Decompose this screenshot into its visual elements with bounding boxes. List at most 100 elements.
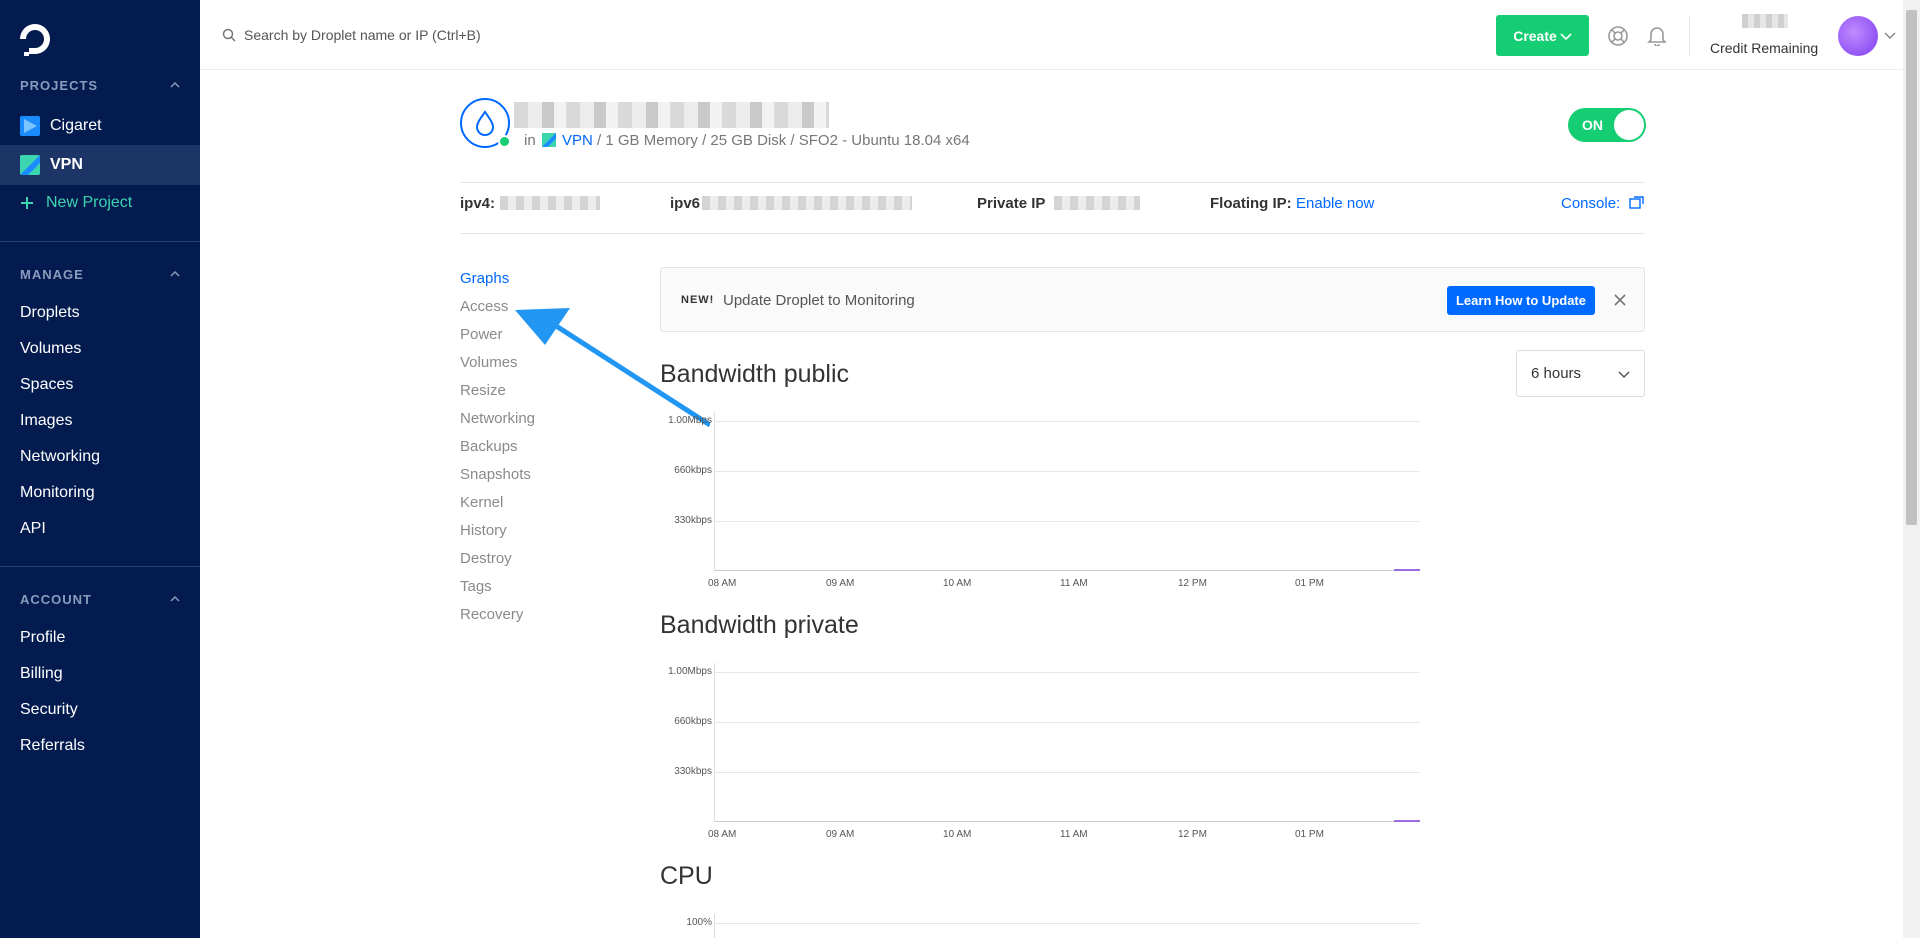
chart-title-bandwidth-private: Bandwidth private	[660, 611, 859, 639]
droplet-name-redacted	[514, 102, 829, 128]
divider	[460, 233, 1645, 234]
project-item-cigaret[interactable]: Cigaret	[0, 106, 200, 146]
series-line	[1394, 569, 1420, 571]
new-badge: NEW!	[681, 294, 715, 306]
chevron-down-icon	[1560, 32, 1572, 40]
search-input[interactable]	[244, 22, 744, 48]
top-header: Create Credit Remaining	[200, 0, 1920, 70]
x-tick-label: 12 PM	[1178, 578, 1207, 589]
x-tick-label: 10 AM	[943, 578, 972, 589]
x-tick-label: 11 AM	[1060, 578, 1088, 589]
chevron-down-icon[interactable]	[1884, 30, 1896, 40]
y-axis-line	[714, 663, 715, 822]
subnav-recovery[interactable]: Recovery	[460, 606, 523, 623]
ipv6-value-redacted[interactable]	[702, 196, 912, 210]
subnav-history[interactable]: History	[460, 522, 507, 539]
digitalocean-logo-icon[interactable]	[18, 24, 52, 58]
learn-how-to-update-button[interactable]: Learn How to Update	[1447, 286, 1595, 315]
subnav-access[interactable]: Access	[460, 298, 508, 315]
help-lifebuoy-icon[interactable]	[1607, 25, 1629, 47]
meta-prefix: in	[524, 132, 536, 149]
x-tick-label: 09 AM	[826, 829, 855, 840]
subnav-graphs[interactable]: Graphs	[460, 270, 509, 287]
gridline	[715, 421, 1420, 422]
bandwidth-private-chart: 1.00Mbps 660kbps 330kbps 08 AM 09 AM 10 …	[660, 663, 1420, 843]
gridline	[715, 722, 1420, 723]
y-axis-line	[714, 914, 715, 938]
sidebar-item-images[interactable]: Images	[20, 412, 72, 430]
private-ip-label: Private IP	[977, 195, 1046, 212]
credit-remaining-label: Credit Remaining	[1710, 40, 1819, 56]
bandwidth-public-chart: 1.00Mbps 660kbps 330kbps 08 AM 09 AM 10 …	[660, 412, 1420, 592]
subnav-resize[interactable]: Resize	[460, 382, 506, 399]
subnav-power[interactable]: Power	[460, 326, 503, 343]
sidebar-item-billing[interactable]: Billing	[20, 665, 63, 683]
time-range-value: 6 hours	[1531, 365, 1582, 382]
x-axis-line	[715, 821, 1420, 822]
subnav-kernel[interactable]: Kernel	[460, 494, 503, 511]
avatar[interactable]	[1838, 16, 1878, 56]
subnav-snapshots[interactable]: Snapshots	[460, 466, 531, 483]
toggle-knob	[1614, 110, 1644, 140]
chevron-up-icon[interactable]	[170, 269, 180, 279]
gridline	[715, 471, 1420, 472]
new-project-label: New Project	[46, 194, 133, 211]
x-tick-label: 10 AM	[943, 829, 972, 840]
x-tick-label: 01 PM	[1295, 578, 1324, 589]
x-tick-label: 01 PM	[1295, 829, 1324, 840]
project-label: VPN	[50, 156, 83, 173]
subnav-tags[interactable]: Tags	[460, 578, 492, 595]
gridline	[715, 772, 1420, 773]
monitoring-notice-banner: NEW! Update Droplet to Monitoring Learn …	[660, 267, 1645, 332]
droplet-project-link[interactable]: VPN	[562, 132, 593, 149]
credit-amount-redacted	[1742, 14, 1788, 28]
chevron-up-icon[interactable]	[170, 594, 180, 604]
project-item-vpn[interactable]: VPN	[0, 145, 200, 185]
y-tick-label: 1.00Mbps	[668, 666, 712, 677]
y-tick-label: 100%	[686, 917, 712, 928]
sidebar-item-api[interactable]: API	[20, 520, 46, 538]
ipv4-label: ipv4:	[460, 195, 496, 212]
project-icon	[541, 133, 556, 147]
sidebar-item-spaces[interactable]: Spaces	[20, 376, 73, 394]
gridline	[715, 672, 1420, 673]
chevron-up-icon[interactable]	[170, 80, 180, 90]
time-range-select[interactable]: 6 hours	[1516, 350, 1645, 397]
search-icon	[222, 28, 236, 42]
enable-floating-ip-link[interactable]: Enable now	[1296, 195, 1374, 212]
close-icon[interactable]	[1612, 292, 1628, 308]
y-tick-label: 330kbps	[674, 515, 712, 526]
droplet-specs: / 1 GB Memory / 25 GB Disk / SFO2 - Ubun…	[597, 132, 970, 149]
gridline	[715, 521, 1420, 522]
subnav-backups[interactable]: Backups	[460, 438, 518, 455]
page-scrollbar[interactable]	[1903, 0, 1920, 938]
subnav-volumes[interactable]: Volumes	[460, 354, 518, 371]
project-label: Cigaret	[50, 117, 102, 134]
create-button[interactable]: Create	[1496, 15, 1589, 56]
sidebar-item-droplets[interactable]: Droplets	[20, 304, 80, 322]
plus-icon	[21, 197, 33, 209]
y-tick-label: 660kbps	[674, 716, 712, 727]
power-toggle-label: ON	[1582, 117, 1603, 133]
cpu-chart: 100%	[660, 914, 1420, 938]
new-project-button[interactable]: New Project	[0, 183, 200, 223]
sidebar-item-monitoring[interactable]: Monitoring	[20, 484, 95, 502]
sidebar-item-security[interactable]: Security	[20, 701, 78, 719]
console-link[interactable]: Console:	[1561, 195, 1620, 212]
sidebar-item-profile[interactable]: Profile	[20, 629, 65, 647]
private-ip-value-redacted[interactable]	[1054, 196, 1140, 210]
sidebar-item-networking[interactable]: Networking	[20, 448, 100, 466]
x-tick-label: 12 PM	[1178, 829, 1207, 840]
y-axis-line	[714, 412, 715, 571]
subnav-destroy[interactable]: Destroy	[460, 550, 512, 567]
external-window-icon[interactable]	[1629, 196, 1644, 209]
scrollbar-thumb[interactable]	[1906, 10, 1917, 525]
ipv4-value-redacted[interactable]	[500, 196, 600, 210]
gridline	[715, 923, 1420, 924]
sidebar-item-volumes[interactable]: Volumes	[20, 340, 81, 358]
sidebar-item-referrals[interactable]: Referrals	[20, 737, 85, 755]
ipv6-label: ipv6	[670, 195, 701, 212]
bell-icon[interactable]	[1646, 24, 1668, 46]
power-toggle[interactable]: ON	[1568, 108, 1646, 142]
x-axis-line	[715, 570, 1420, 571]
